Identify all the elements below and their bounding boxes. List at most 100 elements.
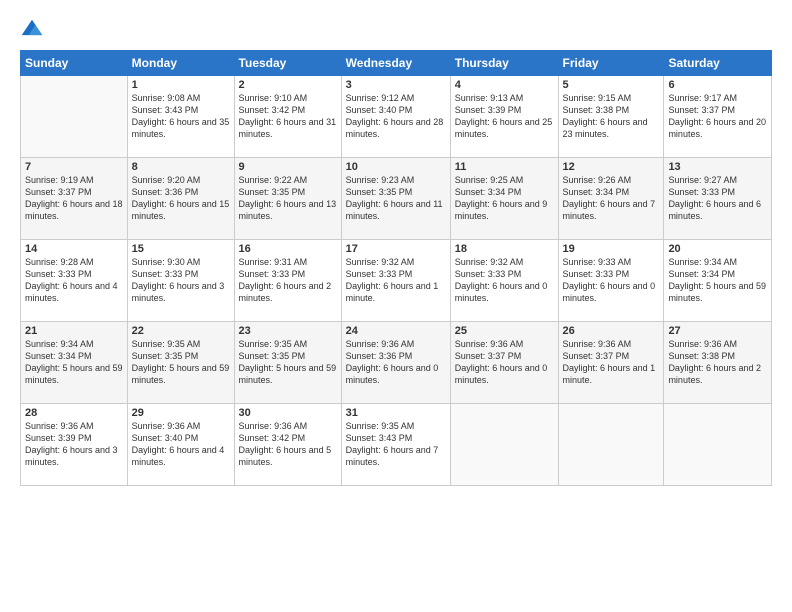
day-number: 24: [346, 325, 446, 337]
day-info: Sunrise: 9:25 AM Sunset: 3:34 PM Dayligh…: [455, 174, 554, 223]
calendar-week-row: 7Sunrise: 9:19 AM Sunset: 3:37 PM Daylig…: [21, 158, 772, 240]
calendar-week-row: 1Sunrise: 9:08 AM Sunset: 3:43 PM Daylig…: [21, 76, 772, 158]
calendar-day-cell: 18Sunrise: 9:32 AM Sunset: 3:33 PM Dayli…: [450, 240, 558, 322]
calendar-day-cell: 8Sunrise: 9:20 AM Sunset: 3:36 PM Daylig…: [127, 158, 234, 240]
day-number: 19: [563, 243, 660, 255]
weekday-header-thursday: Thursday: [450, 51, 558, 76]
calendar-day-cell: 27Sunrise: 9:36 AM Sunset: 3:38 PM Dayli…: [664, 322, 772, 404]
day-number: 23: [239, 325, 337, 337]
day-number: 6: [668, 79, 767, 91]
calendar-day-cell: 22Sunrise: 9:35 AM Sunset: 3:35 PM Dayli…: [127, 322, 234, 404]
calendar-week-row: 14Sunrise: 9:28 AM Sunset: 3:33 PM Dayli…: [21, 240, 772, 322]
day-info: Sunrise: 9:34 AM Sunset: 3:34 PM Dayligh…: [25, 338, 123, 387]
weekday-header-sunday: Sunday: [21, 51, 128, 76]
day-number: 11: [455, 161, 554, 173]
day-info: Sunrise: 9:36 AM Sunset: 3:38 PM Dayligh…: [668, 338, 767, 387]
calendar-day-cell: [450, 404, 558, 486]
day-info: Sunrise: 9:35 AM Sunset: 3:35 PM Dayligh…: [239, 338, 337, 387]
calendar: SundayMondayTuesdayWednesdayThursdayFrid…: [20, 50, 772, 486]
day-number: 26: [563, 325, 660, 337]
calendar-day-cell: 6Sunrise: 9:17 AM Sunset: 3:37 PM Daylig…: [664, 76, 772, 158]
calendar-day-cell: [664, 404, 772, 486]
day-info: Sunrise: 9:32 AM Sunset: 3:33 PM Dayligh…: [455, 256, 554, 305]
calendar-day-cell: 17Sunrise: 9:32 AM Sunset: 3:33 PM Dayli…: [341, 240, 450, 322]
day-number: 4: [455, 79, 554, 91]
calendar-day-cell: 25Sunrise: 9:36 AM Sunset: 3:37 PM Dayli…: [450, 322, 558, 404]
calendar-day-cell: 16Sunrise: 9:31 AM Sunset: 3:33 PM Dayli…: [234, 240, 341, 322]
calendar-day-cell: [558, 404, 664, 486]
day-info: Sunrise: 9:34 AM Sunset: 3:34 PM Dayligh…: [668, 256, 767, 305]
day-number: 2: [239, 79, 337, 91]
weekday-header-friday: Friday: [558, 51, 664, 76]
day-info: Sunrise: 9:36 AM Sunset: 3:37 PM Dayligh…: [455, 338, 554, 387]
day-info: Sunrise: 9:31 AM Sunset: 3:33 PM Dayligh…: [239, 256, 337, 305]
day-info: Sunrise: 9:36 AM Sunset: 3:39 PM Dayligh…: [25, 420, 123, 469]
day-info: Sunrise: 9:08 AM Sunset: 3:43 PM Dayligh…: [132, 92, 230, 141]
day-info: Sunrise: 9:12 AM Sunset: 3:40 PM Dayligh…: [346, 92, 446, 141]
calendar-day-cell: 23Sunrise: 9:35 AM Sunset: 3:35 PM Dayli…: [234, 322, 341, 404]
day-number: 31: [346, 407, 446, 419]
day-number: 7: [25, 161, 123, 173]
day-number: 16: [239, 243, 337, 255]
day-number: 15: [132, 243, 230, 255]
day-number: 13: [668, 161, 767, 173]
day-info: Sunrise: 9:32 AM Sunset: 3:33 PM Dayligh…: [346, 256, 446, 305]
calendar-day-cell: 9Sunrise: 9:22 AM Sunset: 3:35 PM Daylig…: [234, 158, 341, 240]
calendar-day-cell: 30Sunrise: 9:36 AM Sunset: 3:42 PM Dayli…: [234, 404, 341, 486]
logo: [20, 18, 48, 42]
logo-icon: [20, 18, 44, 42]
day-info: Sunrise: 9:36 AM Sunset: 3:36 PM Dayligh…: [346, 338, 446, 387]
day-info: Sunrise: 9:20 AM Sunset: 3:36 PM Dayligh…: [132, 174, 230, 223]
calendar-day-cell: 28Sunrise: 9:36 AM Sunset: 3:39 PM Dayli…: [21, 404, 128, 486]
day-number: 30: [239, 407, 337, 419]
calendar-day-cell: 14Sunrise: 9:28 AM Sunset: 3:33 PM Dayli…: [21, 240, 128, 322]
calendar-day-cell: 20Sunrise: 9:34 AM Sunset: 3:34 PM Dayli…: [664, 240, 772, 322]
calendar-day-cell: 1Sunrise: 9:08 AM Sunset: 3:43 PM Daylig…: [127, 76, 234, 158]
day-info: Sunrise: 9:22 AM Sunset: 3:35 PM Dayligh…: [239, 174, 337, 223]
day-number: 29: [132, 407, 230, 419]
day-number: 20: [668, 243, 767, 255]
day-info: Sunrise: 9:23 AM Sunset: 3:35 PM Dayligh…: [346, 174, 446, 223]
calendar-day-cell: 2Sunrise: 9:10 AM Sunset: 3:42 PM Daylig…: [234, 76, 341, 158]
calendar-day-cell: 21Sunrise: 9:34 AM Sunset: 3:34 PM Dayli…: [21, 322, 128, 404]
day-number: 3: [346, 79, 446, 91]
day-info: Sunrise: 9:27 AM Sunset: 3:33 PM Dayligh…: [668, 174, 767, 223]
day-info: Sunrise: 9:28 AM Sunset: 3:33 PM Dayligh…: [25, 256, 123, 305]
day-number: 10: [346, 161, 446, 173]
day-number: 8: [132, 161, 230, 173]
calendar-day-cell: [21, 76, 128, 158]
calendar-day-cell: 12Sunrise: 9:26 AM Sunset: 3:34 PM Dayli…: [558, 158, 664, 240]
weekday-header-monday: Monday: [127, 51, 234, 76]
calendar-day-cell: 7Sunrise: 9:19 AM Sunset: 3:37 PM Daylig…: [21, 158, 128, 240]
page: SundayMondayTuesdayWednesdayThursdayFrid…: [0, 0, 792, 612]
day-number: 28: [25, 407, 123, 419]
calendar-day-cell: 10Sunrise: 9:23 AM Sunset: 3:35 PM Dayli…: [341, 158, 450, 240]
calendar-day-cell: 3Sunrise: 9:12 AM Sunset: 3:40 PM Daylig…: [341, 76, 450, 158]
day-number: 25: [455, 325, 554, 337]
calendar-day-cell: 11Sunrise: 9:25 AM Sunset: 3:34 PM Dayli…: [450, 158, 558, 240]
calendar-day-cell: 4Sunrise: 9:13 AM Sunset: 3:39 PM Daylig…: [450, 76, 558, 158]
day-info: Sunrise: 9:36 AM Sunset: 3:37 PM Dayligh…: [563, 338, 660, 387]
day-number: 22: [132, 325, 230, 337]
day-info: Sunrise: 9:15 AM Sunset: 3:38 PM Dayligh…: [563, 92, 660, 141]
day-info: Sunrise: 9:30 AM Sunset: 3:33 PM Dayligh…: [132, 256, 230, 305]
day-number: 9: [239, 161, 337, 173]
day-info: Sunrise: 9:33 AM Sunset: 3:33 PM Dayligh…: [563, 256, 660, 305]
day-info: Sunrise: 9:13 AM Sunset: 3:39 PM Dayligh…: [455, 92, 554, 141]
weekday-header-tuesday: Tuesday: [234, 51, 341, 76]
calendar-day-cell: 26Sunrise: 9:36 AM Sunset: 3:37 PM Dayli…: [558, 322, 664, 404]
day-number: 5: [563, 79, 660, 91]
calendar-week-row: 28Sunrise: 9:36 AM Sunset: 3:39 PM Dayli…: [21, 404, 772, 486]
day-info: Sunrise: 9:36 AM Sunset: 3:40 PM Dayligh…: [132, 420, 230, 469]
calendar-day-cell: 19Sunrise: 9:33 AM Sunset: 3:33 PM Dayli…: [558, 240, 664, 322]
calendar-day-cell: 15Sunrise: 9:30 AM Sunset: 3:33 PM Dayli…: [127, 240, 234, 322]
day-info: Sunrise: 9:19 AM Sunset: 3:37 PM Dayligh…: [25, 174, 123, 223]
calendar-day-cell: 5Sunrise: 9:15 AM Sunset: 3:38 PM Daylig…: [558, 76, 664, 158]
calendar-day-cell: 13Sunrise: 9:27 AM Sunset: 3:33 PM Dayli…: [664, 158, 772, 240]
day-info: Sunrise: 9:35 AM Sunset: 3:35 PM Dayligh…: [132, 338, 230, 387]
weekday-header-saturday: Saturday: [664, 51, 772, 76]
calendar-day-cell: 29Sunrise: 9:36 AM Sunset: 3:40 PM Dayli…: [127, 404, 234, 486]
day-info: Sunrise: 9:35 AM Sunset: 3:43 PM Dayligh…: [346, 420, 446, 469]
day-info: Sunrise: 9:10 AM Sunset: 3:42 PM Dayligh…: [239, 92, 337, 141]
header: [20, 18, 772, 42]
